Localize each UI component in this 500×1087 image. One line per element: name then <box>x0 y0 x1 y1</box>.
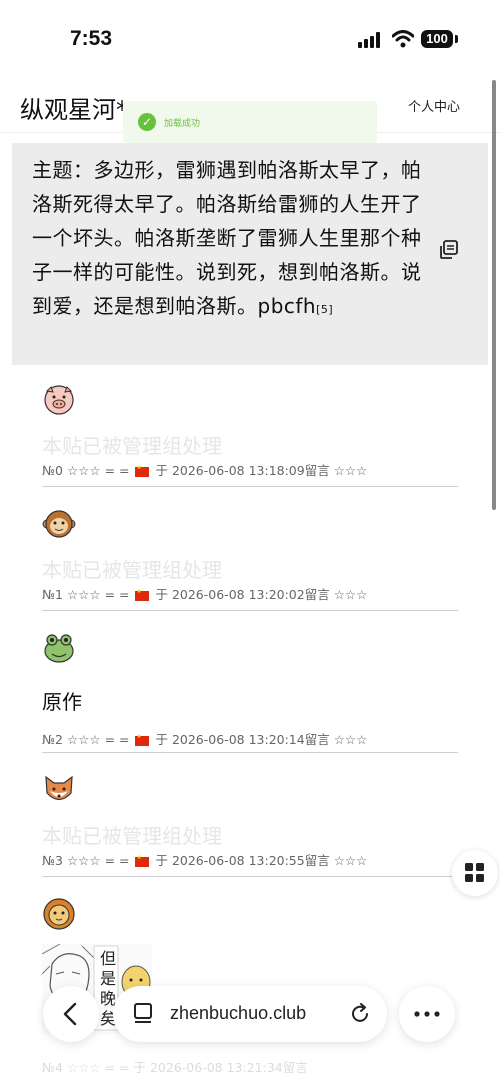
rating-stars[interactable]: ☆☆☆ <box>67 587 101 602</box>
china-flag-icon <box>135 854 150 867</box>
rating-stars[interactable]: ☆☆☆ <box>334 463 368 478</box>
frog-avatar-icon <box>44 634 74 663</box>
post-datetime: 2026-06-08 13:20:55留言 <box>171 853 330 868</box>
check-icon: ✓ <box>138 113 156 131</box>
post-datetime: 2026-06-08 13:20:02留言 <box>171 587 330 602</box>
topic-text: 主题：多边形，雷狮遇到帕洛斯太早了，帕洛斯死得太早了。帕洛斯给雷狮的人生开了一个… <box>32 153 424 327</box>
status-bar: 7:53 100 <box>0 0 500 80</box>
post-meta: №0 ☆☆☆ = = 于 2026-06-08 13:18:09留言 ☆☆☆ <box>42 460 367 479</box>
battery-indicator: 100 <box>421 30 453 48</box>
divider <box>42 876 458 877</box>
success-toast: ✓ 加载成功 <box>123 101 377 143</box>
rating-stars[interactable]: ☆☆☆ <box>67 853 101 868</box>
post-datetime: 2026-06-08 13:21:34留言 <box>149 1060 308 1075</box>
post-body: 本贴已被管理组处理 <box>42 434 222 458</box>
url-text[interactable]: zhenbuchuo.club <box>170 1003 306 1024</box>
post-number: №3 <box>42 853 63 868</box>
topic-body: 主题：多边形，雷狮遇到帕洛斯太早了，帕洛斯死得太早了。帕洛斯给雷狮的人生开了一个… <box>32 158 422 318</box>
clock: 7:53 <box>70 27 113 50</box>
lion-avatar-icon <box>43 898 75 930</box>
post-body: 原作 <box>42 690 82 714</box>
wifi-icon <box>392 30 414 48</box>
fox-avatar-icon <box>45 775 73 801</box>
reload-icon[interactable] <box>349 1003 371 1025</box>
grid-icon <box>465 863 484 882</box>
post-meta: №2 ☆☆☆ = = 于 2026-06-08 13:20:14留言 ☆☆☆ <box>42 729 367 748</box>
back-button[interactable] <box>43 986 99 1042</box>
separator: = = <box>104 732 130 747</box>
separator: = = <box>104 463 130 478</box>
toast-message: 加载成功 <box>164 119 201 129</box>
separator: = = <box>104 1060 130 1075</box>
battery-tip <box>455 35 458 43</box>
post-body: 本贴已被管理组处理 <box>42 558 222 582</box>
post-number: №4 <box>42 1060 63 1075</box>
yu-label: 于 <box>155 853 168 868</box>
site-title[interactable]: 纵观星河* <box>20 90 128 125</box>
divider <box>42 486 458 487</box>
browser-toolbar: zhenbuchuo.club <box>0 980 500 1050</box>
user-center-link[interactable]: 个人中心 <box>408 96 460 115</box>
china-flag-icon <box>135 464 150 477</box>
china-flag-icon <box>135 733 150 746</box>
monkey-avatar-icon <box>42 510 76 538</box>
divider <box>42 752 458 753</box>
china-flag-icon <box>135 588 150 601</box>
address-bar[interactable]: zhenbuchuo.club <box>113 986 387 1042</box>
cellular-signal-icon <box>358 32 380 48</box>
post-number: №2 <box>42 732 63 747</box>
chevron-left-icon <box>63 1002 77 1026</box>
yu-label: 于 <box>155 587 168 602</box>
rating-stars[interactable]: ☆☆☆ <box>67 1060 101 1075</box>
post-meta: №1 ☆☆☆ = = 于 2026-06-08 13:20:02留言 ☆☆☆ <box>42 584 367 603</box>
topic-box: 主题：多边形，雷狮遇到帕洛斯太早了，帕洛斯死得太早了。帕洛斯给雷狮的人生开了一个… <box>12 143 488 365</box>
separator: = = <box>104 587 130 602</box>
rating-stars[interactable]: ☆☆☆ <box>67 732 101 747</box>
post-datetime: 2026-06-08 13:20:14留言 <box>171 732 330 747</box>
yu-label: 于 <box>155 463 168 478</box>
yu-label: 于 <box>133 1060 146 1075</box>
post-number: №0 <box>42 463 63 478</box>
rating-stars[interactable]: ☆☆☆ <box>334 587 368 602</box>
topic-reference[interactable]: [5] <box>316 303 333 316</box>
post-number: №1 <box>42 587 63 602</box>
page-scrollbar[interactable] <box>492 80 496 510</box>
copy-icon[interactable] <box>438 239 460 261</box>
comic-caption-char-1: 但 <box>100 949 116 968</box>
divider <box>42 610 458 611</box>
rating-stars[interactable]: ☆☆☆ <box>334 853 368 868</box>
rating-stars[interactable]: ☆☆☆ <box>334 732 368 747</box>
rating-stars[interactable]: ☆☆☆ <box>67 463 101 478</box>
page-menu-icon[interactable] <box>133 1003 153 1025</box>
post-datetime: 2026-06-08 13:18:09留言 <box>171 463 330 478</box>
more-dots-icon <box>414 1011 440 1017</box>
post-meta: №3 ☆☆☆ = = 于 2026-06-08 13:20:55留言 ☆☆☆ <box>42 850 367 869</box>
post-body: 本贴已被管理组处理 <box>42 824 222 848</box>
post-meta-faded: №4 ☆☆☆ = = 于 2026-06-08 13:21:34留言 <box>42 1057 308 1076</box>
yu-label: 于 <box>155 732 168 747</box>
separator: = = <box>104 853 130 868</box>
more-button[interactable] <box>399 986 455 1042</box>
pig-avatar-icon <box>44 385 74 415</box>
grid-menu-button[interactable] <box>452 850 498 896</box>
